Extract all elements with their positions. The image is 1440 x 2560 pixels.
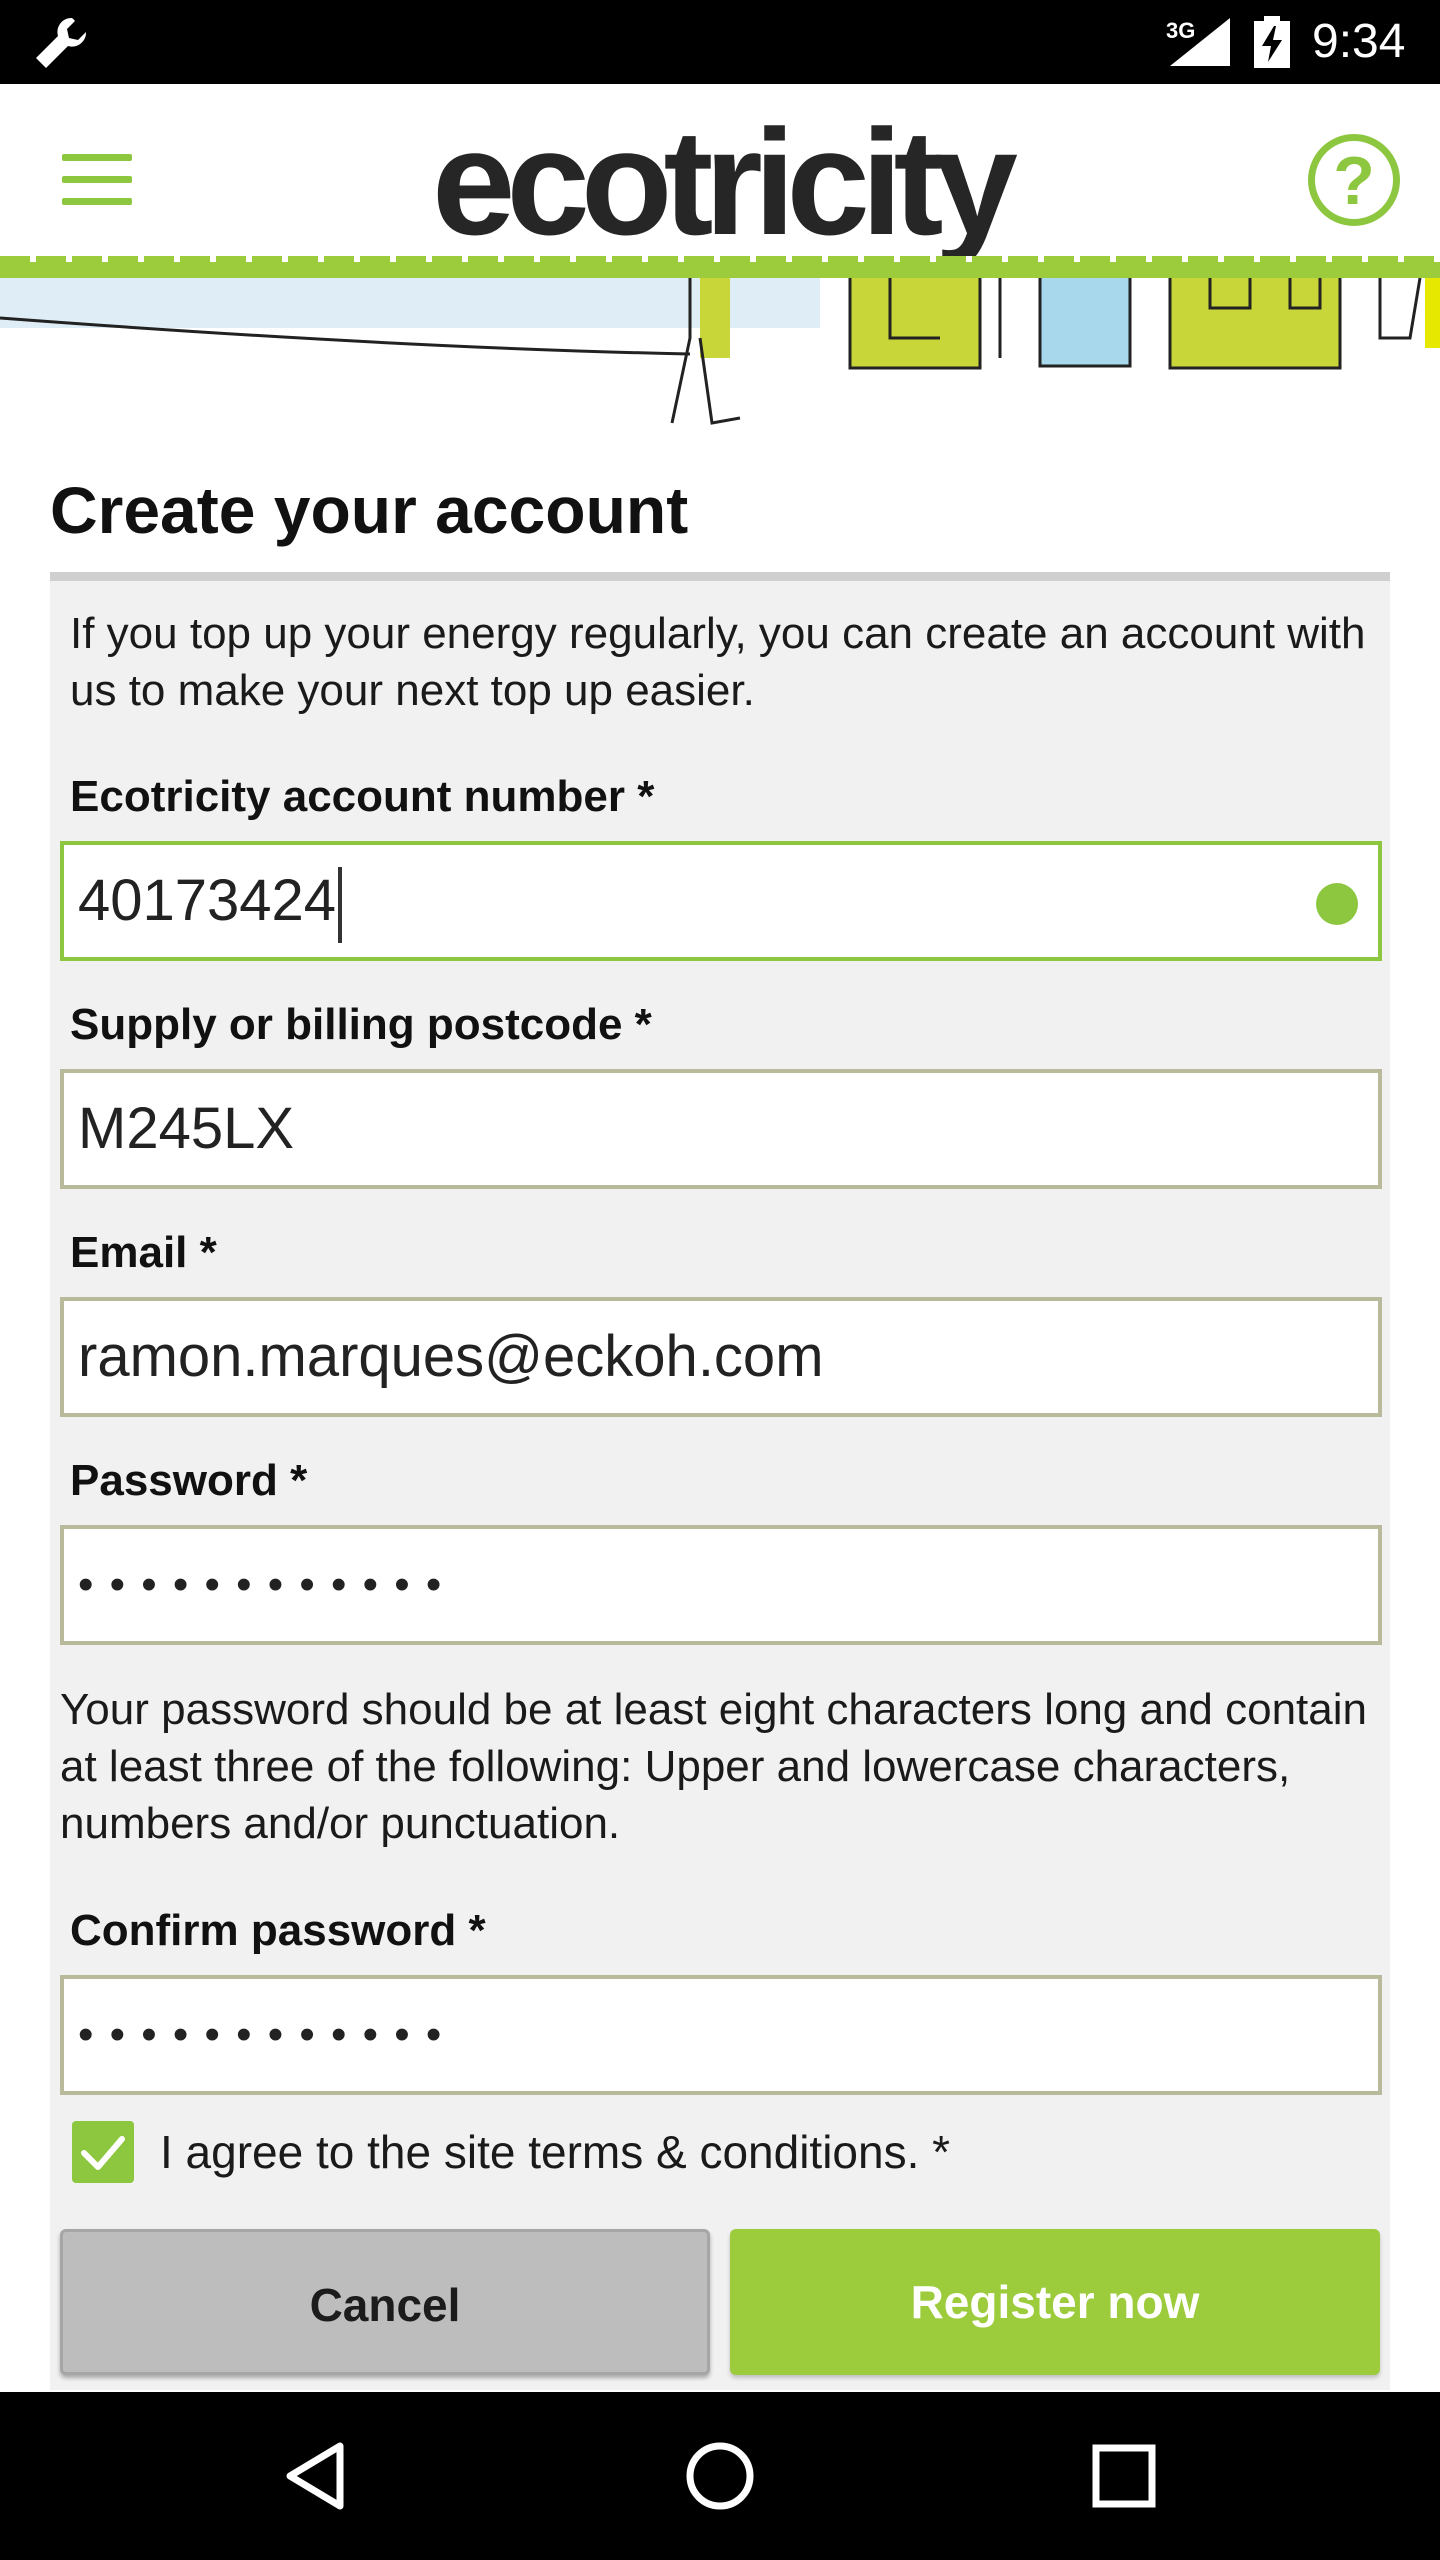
account-number-input[interactable]: 40173424	[60, 841, 1382, 961]
password-value: • • • • • • • • • • • •	[78, 1560, 444, 1609]
back-icon[interactable]	[280, 2440, 352, 2512]
terms-checkbox[interactable]	[72, 2121, 134, 2183]
confirm-password-input[interactable]: • • • • • • • • • • • •	[60, 1975, 1382, 2095]
checkmark-icon	[81, 2136, 125, 2170]
email-value: ramon.marques@eckoh.com	[78, 1324, 824, 1389]
help-icon[interactable]: ?	[1308, 134, 1400, 226]
header-divider	[0, 256, 1440, 278]
confirm-password-label: Confirm password *	[70, 1906, 486, 1955]
home-icon[interactable]	[684, 2440, 756, 2512]
register-now-button[interactable]: Register now	[730, 2229, 1380, 2375]
clock: 9:34	[1312, 15, 1406, 68]
email-label: Email *	[70, 1228, 217, 1277]
email-input[interactable]: ramon.marques@eckoh.com	[60, 1297, 1382, 1417]
battery-charging-icon	[1254, 16, 1290, 68]
wrench-icon	[36, 17, 87, 68]
app-header: ecotricity ?	[0, 84, 1440, 264]
password-label: Password *	[70, 1456, 308, 1505]
navigation-bar	[0, 2392, 1440, 2560]
account-number-label: Ecotricity account number *	[70, 772, 655, 821]
status-bar: 3G 9:34	[0, 0, 1440, 84]
registration-form: If you top up your energy regularly, you…	[50, 572, 1390, 2390]
recents-icon[interactable]	[1088, 2440, 1160, 2512]
confirm-password-value: • • • • • • • • • • • •	[78, 2010, 444, 2059]
hamburger-menu-icon[interactable]	[62, 154, 132, 206]
postcode-value: M245LX	[78, 1096, 295, 1161]
page-title: Create your account	[50, 473, 689, 547]
password-help-text: Your password should be at least eight c…	[60, 1685, 1368, 1848]
banner-illustration	[0, 278, 1440, 425]
ecotricity-logo: ecotricity	[432, 98, 1018, 266]
postcode-input[interactable]: M245LX	[60, 1069, 1382, 1189]
valid-indicator-icon	[1316, 883, 1358, 925]
text-cursor	[338, 866, 343, 943]
account-number-value: 40173424	[78, 868, 337, 933]
signal-icon	[1170, 18, 1230, 66]
cancel-button[interactable]: Cancel	[60, 2229, 710, 2375]
postcode-label: Supply or billing postcode *	[70, 1000, 652, 1049]
terms-label[interactable]: I agree to the site terms & conditions. …	[160, 2123, 950, 2181]
password-input[interactable]: • • • • • • • • • • • •	[60, 1525, 1382, 1645]
intro-text: If you top up your energy regularly, you…	[70, 609, 1366, 715]
